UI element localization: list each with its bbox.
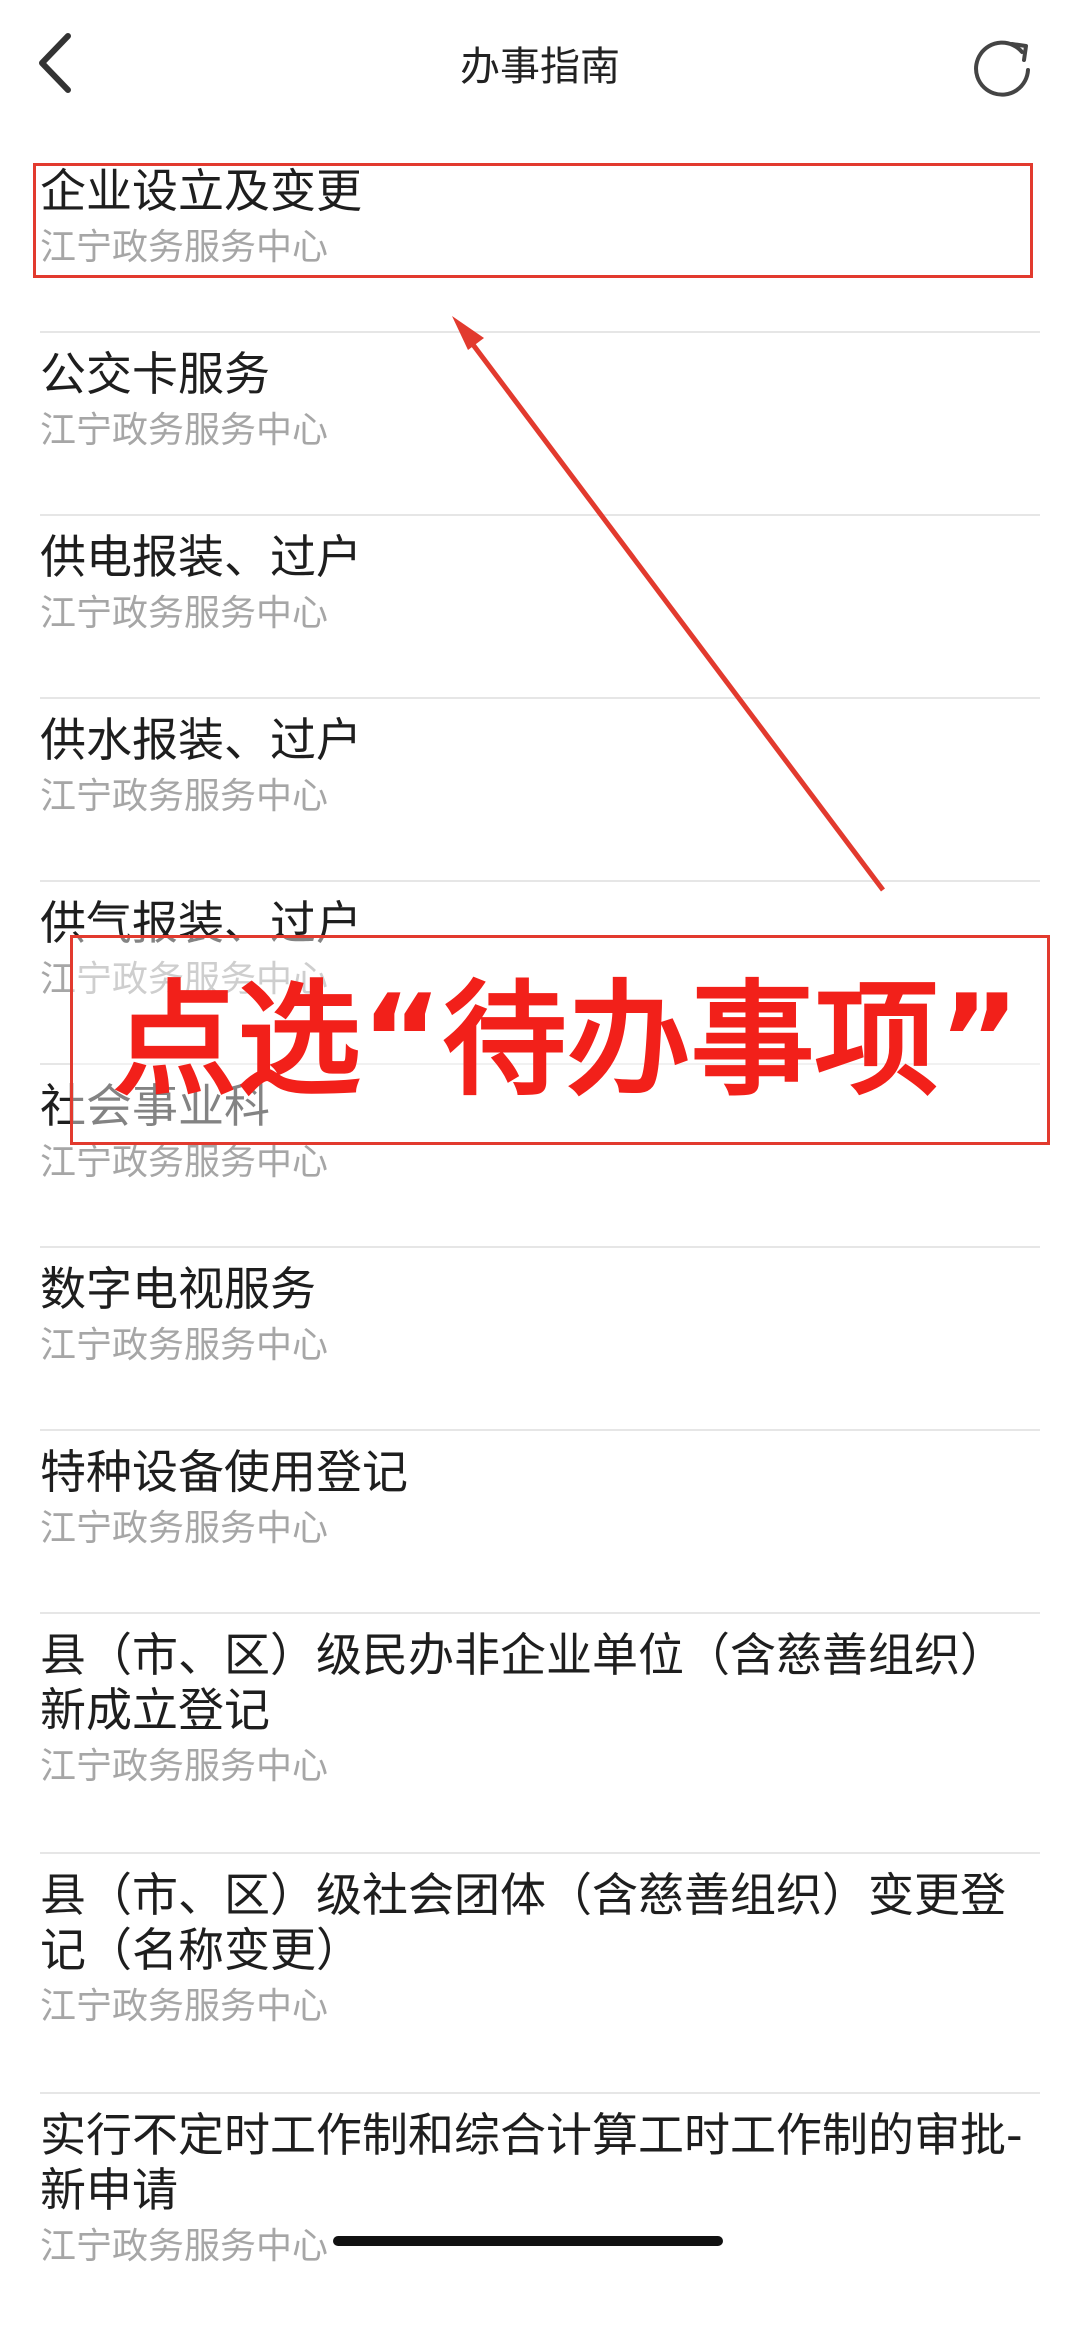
item-subtitle: 江宁政务服务中心 xyxy=(40,1142,329,1183)
item-subtitle: 江宁政务服务中心 xyxy=(40,2226,329,2267)
list-item[interactable]: 特种设备使用登记 江宁政务服务中心 xyxy=(40,1431,1040,1614)
item-title: 供水报装、过户 xyxy=(40,713,362,767)
item-subtitle: 江宁政务服务中心 xyxy=(40,776,329,817)
service-guide-list: 企业设立及变更 江宁政务服务中心 公交卡服务 江宁政务服务中心 供电报装、过户 … xyxy=(0,150,1080,2334)
list-item[interactable]: 实行不定时工作制和综合计算工时工作制的审批-新申请 江宁政务服务中心 xyxy=(40,2094,1040,2334)
list-item[interactable]: 供水报装、过户 江宁政务服务中心 xyxy=(40,699,1040,882)
home-indicator xyxy=(333,2236,723,2246)
item-subtitle: 江宁政务服务中心 xyxy=(40,1746,329,1787)
back-button[interactable] xyxy=(30,28,90,98)
list-item[interactable]: 数字电视服务 江宁政务服务中心 xyxy=(40,1248,1040,1431)
item-title: 特种设备使用登记 xyxy=(40,1445,408,1499)
list-item[interactable]: 供电报装、过户 江宁政务服务中心 xyxy=(40,516,1040,699)
callout-text: 点选“待办事项” xyxy=(113,969,1020,1113)
refresh-icon xyxy=(974,40,1030,97)
navigation-bar: 办事指南 xyxy=(0,0,1080,130)
item-subtitle: 江宁政务服务中心 xyxy=(40,1508,329,1549)
item-subtitle: 江宁政务服务中心 xyxy=(40,1986,329,2027)
chevron-left-icon xyxy=(39,33,71,93)
item-title: 数字电视服务 xyxy=(40,1262,316,1316)
item-title: 实行不定时工作制和综合计算工时工作制的审批-新申请 xyxy=(40,2108,1023,2217)
list-item[interactable]: 公交卡服务 江宁政务服务中心 xyxy=(40,333,1040,516)
item-subtitle: 江宁政务服务中心 xyxy=(40,593,329,634)
list-item[interactable]: 企业设立及变更 江宁政务服务中心 xyxy=(40,150,1040,333)
item-title: 供电报装、过户 xyxy=(40,530,362,584)
item-title: 县（市、区）级社会团体（含慈善组织）变更登记（名称变更） xyxy=(40,1868,1006,1977)
item-subtitle: 江宁政务服务中心 xyxy=(40,1325,329,1366)
item-title: 企业设立及变更 xyxy=(40,164,362,218)
page-title: 办事指南 xyxy=(460,44,620,90)
list-item[interactable]: 县（市、区）级民办非企业单位（含慈善组织）新成立登记 江宁政务服务中心 xyxy=(40,1614,1040,1854)
item-subtitle: 江宁政务服务中心 xyxy=(40,410,329,451)
list-item[interactable]: 县（市、区）级社会团体（含慈善组织）变更登记（名称变更） 江宁政务服务中心 xyxy=(40,1854,1040,2094)
refresh-button[interactable] xyxy=(970,34,1036,100)
item-subtitle: 江宁政务服务中心 xyxy=(40,227,329,268)
item-title: 县（市、区）级民办非企业单位（含慈善组织）新成立登记 xyxy=(40,1628,1006,1737)
callout-box: 点选“待办事项” xyxy=(70,935,1050,1145)
item-title: 公交卡服务 xyxy=(40,347,270,401)
